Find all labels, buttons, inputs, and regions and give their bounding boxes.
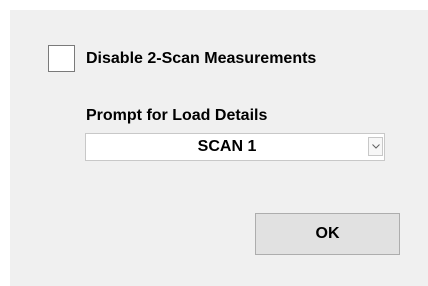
disable-2-scan-label[interactable]: Disable 2-Scan Measurements xyxy=(86,50,316,68)
disable-2-scan-checkbox[interactable] xyxy=(48,45,75,72)
chevron-down-icon[interactable] xyxy=(368,137,383,156)
scan-select-value: SCAN 1 xyxy=(197,138,257,155)
load-details-dialog: Disable 2-Scan Measurements Prompt for L… xyxy=(10,10,428,286)
scan-select[interactable]: SCAN 1 xyxy=(85,133,385,161)
prompt-for-load-details-label: Prompt for Load Details xyxy=(86,107,268,124)
ok-button[interactable]: OK xyxy=(255,213,400,255)
